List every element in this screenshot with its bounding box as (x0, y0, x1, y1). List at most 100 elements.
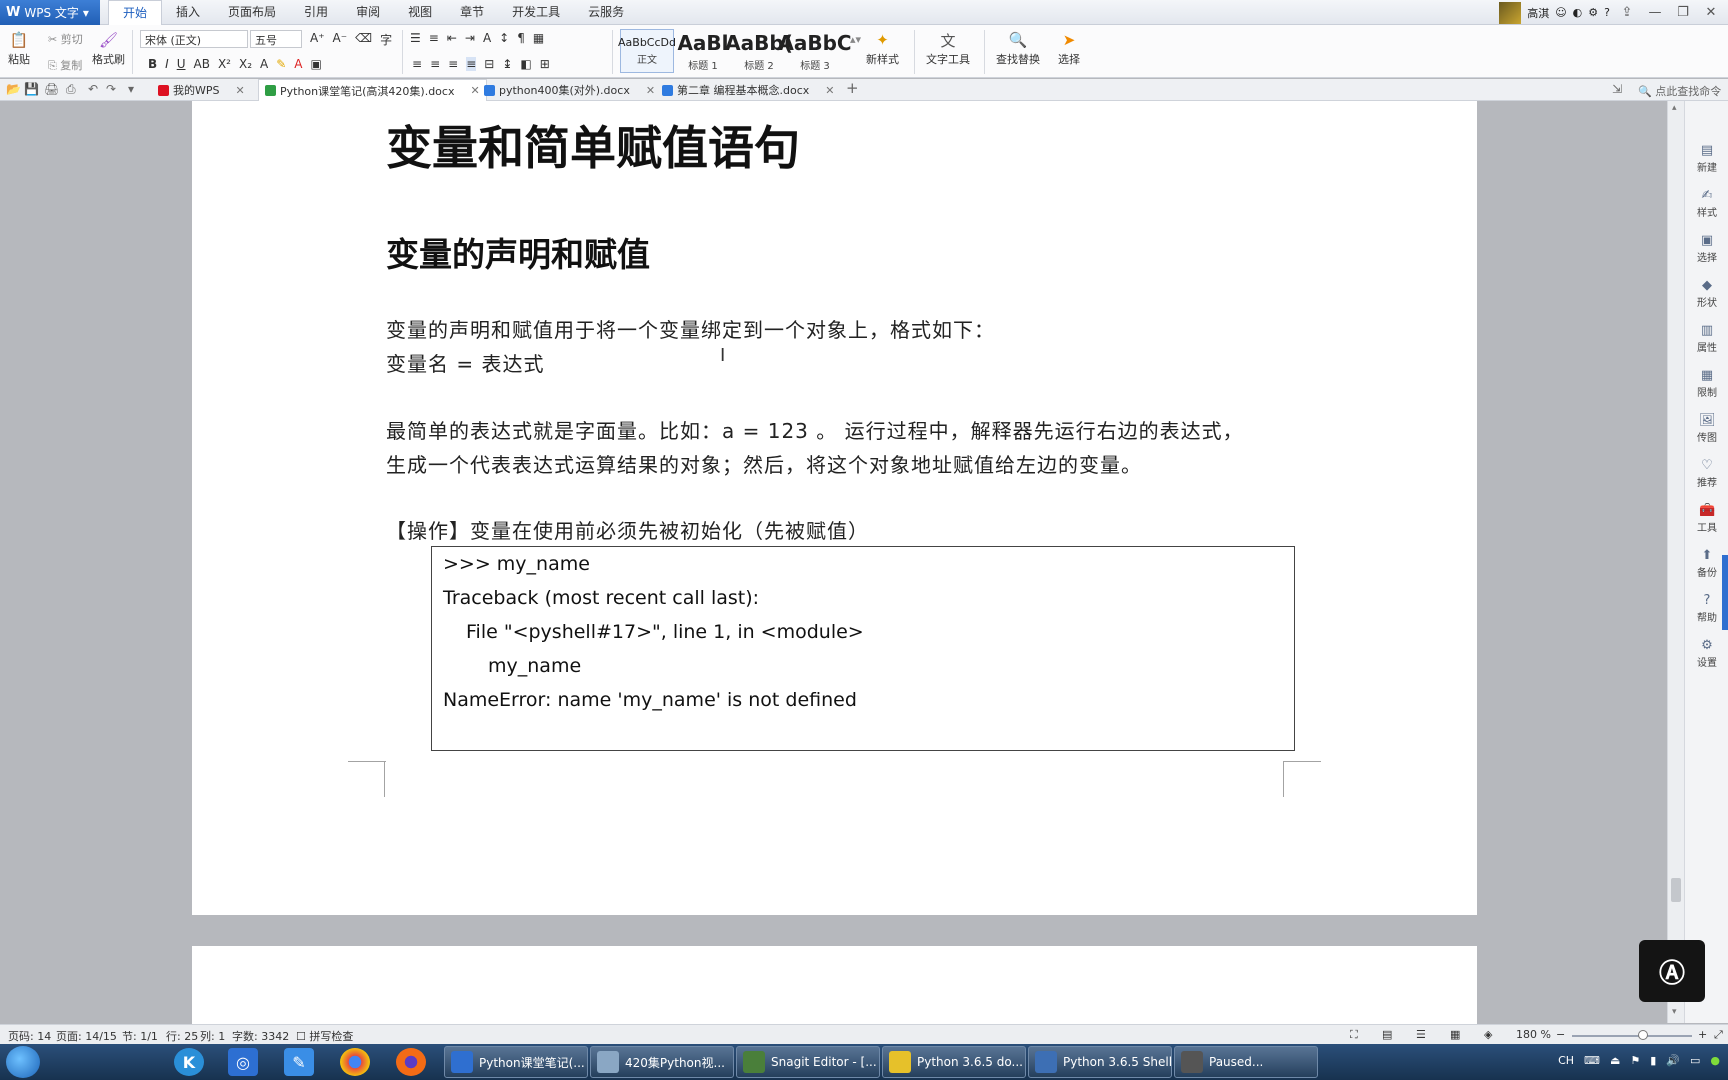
outline-view-icon[interactable]: ☰ (1416, 1028, 1426, 1041)
vertical-scrollbar[interactable]: ▴ ▾ (1667, 101, 1684, 1023)
print-preview-icon[interactable]: 🖨 (44, 82, 59, 96)
flag-icon[interactable]: ⚑ (1630, 1054, 1640, 1067)
line-spacing-icon[interactable]: ↨ (502, 57, 512, 71)
command-search[interactable]: 🔍 点此查找命令 (1638, 83, 1721, 99)
menu-tab[interactable]: 页面布局 (214, 0, 290, 25)
highlight-icon[interactable]: ✎ (276, 57, 286, 71)
status-row[interactable]: 行: 25 (166, 1028, 198, 1044)
grow-font-icon[interactable]: A⁺ (310, 31, 325, 48)
menu-tab[interactable]: 审阅 (342, 0, 394, 25)
scroll-down-icon[interactable]: ▾ (1672, 1007, 1677, 1017)
minimize-button[interactable]: — (1644, 5, 1666, 20)
battery-icon[interactable]: ▭ (1690, 1054, 1700, 1067)
style-option[interactable]: AaBbCcDd 正文 (618, 29, 676, 73)
usb-icon[interactable]: ⏏ (1610, 1054, 1620, 1067)
underline-icon[interactable]: U (177, 57, 186, 71)
code-line[interactable]: Traceback (most recent call last): (443, 587, 759, 609)
taskbar-item[interactable]: Paused... (1174, 1046, 1318, 1078)
style-option[interactable]: AaBbC 标题 3 (778, 29, 851, 73)
side-panel-item[interactable]: 🧰 工具 (1685, 503, 1728, 534)
side-panel-item[interactable]: ▥ 属性 (1685, 323, 1728, 354)
paragraph[interactable]: 最简单的表达式就是字面量。比如：a = 123 。 运行过程中，解释器先运行右边… (386, 415, 1244, 444)
taskbar-item[interactable]: Python 3.6.5 Shell (1028, 1046, 1172, 1078)
subscript-icon[interactable]: X₂ (239, 57, 252, 71)
paragraph[interactable]: 生成一个代表表达式运算结果的对象；然后，将这个对象地址赋值给左边的变量。 (386, 449, 1142, 478)
menu-tab[interactable]: 开始 (108, 0, 163, 26)
menu-tab[interactable]: 章节 (446, 0, 498, 25)
side-panel-item[interactable]: ✍ 样式 (1685, 188, 1728, 219)
bullet-list-icon[interactable]: ☰ (410, 31, 421, 45)
code-line[interactable]: File "<pyshell#17>", line 1, in <module> (466, 621, 864, 643)
doc-tab[interactable]: python400集(对外).docx ✕ (478, 79, 661, 101)
fit-page-icon[interactable]: ⤢ (1714, 1028, 1723, 1042)
status-page-code[interactable]: 页码: 14 (8, 1028, 51, 1044)
align-left-icon[interactable]: ≡ (412, 57, 422, 71)
close-button[interactable]: ✕ (1700, 5, 1722, 20)
firefox-icon[interactable] (396, 1048, 426, 1076)
menu-tab[interactable]: 视图 (394, 0, 446, 25)
side-panel-item[interactable]: ▤ 新建 (1685, 143, 1728, 174)
paragraph[interactable]: 变量的声明和赋值用于将一个变量绑定到一个对象上，格式如下： (386, 314, 995, 343)
doc-tab[interactable]: Python课堂笔记(高淇420集).docx ✕ (258, 79, 487, 101)
border-icon[interactable]: ⊞ (540, 57, 550, 71)
new-tab-icon[interactable]: + (846, 79, 859, 97)
pinyin-icon[interactable]: 字 (380, 31, 392, 48)
select-button[interactable]: ➤ 选择 (1058, 29, 1080, 67)
input-language[interactable]: CH (1558, 1054, 1574, 1067)
zoom-in-icon[interactable]: + (1698, 1028, 1707, 1041)
side-panel-item[interactable]: ▦ 限制 (1685, 368, 1728, 399)
doc-tab[interactable]: 我的WPS ✕ (152, 79, 251, 101)
format-painter-button[interactable]: 🖌 格式刷 (92, 29, 125, 67)
share-icon[interactable]: ◐ (1573, 6, 1583, 19)
settings-icon[interactable]: ⚙ (1588, 6, 1598, 19)
superscript-icon[interactable]: X² (218, 57, 231, 71)
close-tab-icon[interactable]: ✕ (236, 84, 245, 97)
align-center-icon[interactable]: ≡ (430, 57, 440, 71)
copy-button[interactable]: ⎘ 复制 (48, 57, 82, 73)
zoom-slider[interactable] (1572, 1035, 1692, 1037)
pin-icon[interactable]: ⇲ (1612, 82, 1622, 96)
numbered-list-icon[interactable]: ≡ (429, 31, 439, 45)
code-block[interactable] (431, 546, 1295, 751)
volume-icon[interactable]: 🔊 (1666, 1054, 1680, 1067)
user-name[interactable]: 高淇 (1527, 5, 1549, 21)
keyboard-icon[interactable]: ⌨ (1584, 1054, 1600, 1067)
code-line[interactable]: NameError: name 'my_name' is not defined (443, 689, 857, 711)
network-icon[interactable]: ▮ (1650, 1054, 1656, 1067)
text-effect-icon[interactable]: A (260, 57, 268, 71)
sort-icon[interactable]: ↕ (499, 31, 509, 45)
status-col[interactable]: 列: 1 (200, 1028, 225, 1044)
decrease-indent-icon[interactable]: ⇤ (447, 31, 457, 45)
side-panel-item[interactable]: 🖼 传图 (1685, 413, 1728, 444)
web-view-icon[interactable]: ▦ (1450, 1028, 1460, 1041)
undo-icon[interactable]: ↶ (88, 82, 98, 96)
chinese-layout-icon[interactable]: A (483, 31, 491, 45)
skin-icon[interactable]: ☺ (1555, 6, 1566, 19)
scroll-up-icon[interactable]: ▴ (1672, 103, 1677, 113)
avatar[interactable] (1499, 1, 1522, 24)
zoom-slider-knob[interactable] (1638, 1030, 1648, 1040)
italic-icon[interactable]: I (165, 57, 169, 71)
help-icon[interactable]: ? (1604, 6, 1610, 19)
bold-icon[interactable]: B (148, 57, 157, 71)
clear-format-icon[interactable]: ⌫ (355, 31, 372, 48)
document-title[interactable]: 变量和简单赋值语句 (386, 112, 800, 178)
taskbar-item[interactable]: Python 3.6.5 do... (882, 1046, 1026, 1078)
taskbar-item[interactable]: Python课堂笔记(... (444, 1046, 588, 1078)
spell-check-toggle[interactable]: ☐ 拼写检查 (296, 1028, 353, 1044)
status-pages[interactable]: 页面: 14/15 (56, 1028, 117, 1044)
scroll-thumb[interactable] (1671, 878, 1681, 902)
eye-protect-icon[interactable]: ◈ (1484, 1028, 1492, 1041)
side-panel-item[interactable]: ▣ 选择 (1685, 233, 1728, 264)
menu-tab[interactable]: 引用 (290, 0, 342, 25)
text-tools-button[interactable]: 文 文字工具 (926, 29, 970, 67)
close-tab-icon[interactable]: ✕ (825, 84, 834, 97)
new-style-button[interactable]: ✦ 新样式 (866, 29, 899, 67)
char-shading-icon[interactable]: ▣ (311, 57, 322, 71)
security-icon[interactable]: ● (1710, 1054, 1720, 1067)
upload-icon[interactable]: ⇪ (1616, 5, 1638, 20)
start-button[interactable] (6, 1046, 40, 1078)
chrome-icon[interactable] (340, 1048, 370, 1076)
justify-icon[interactable]: ≡ (466, 57, 477, 71)
code-line[interactable]: my_name (488, 655, 581, 677)
